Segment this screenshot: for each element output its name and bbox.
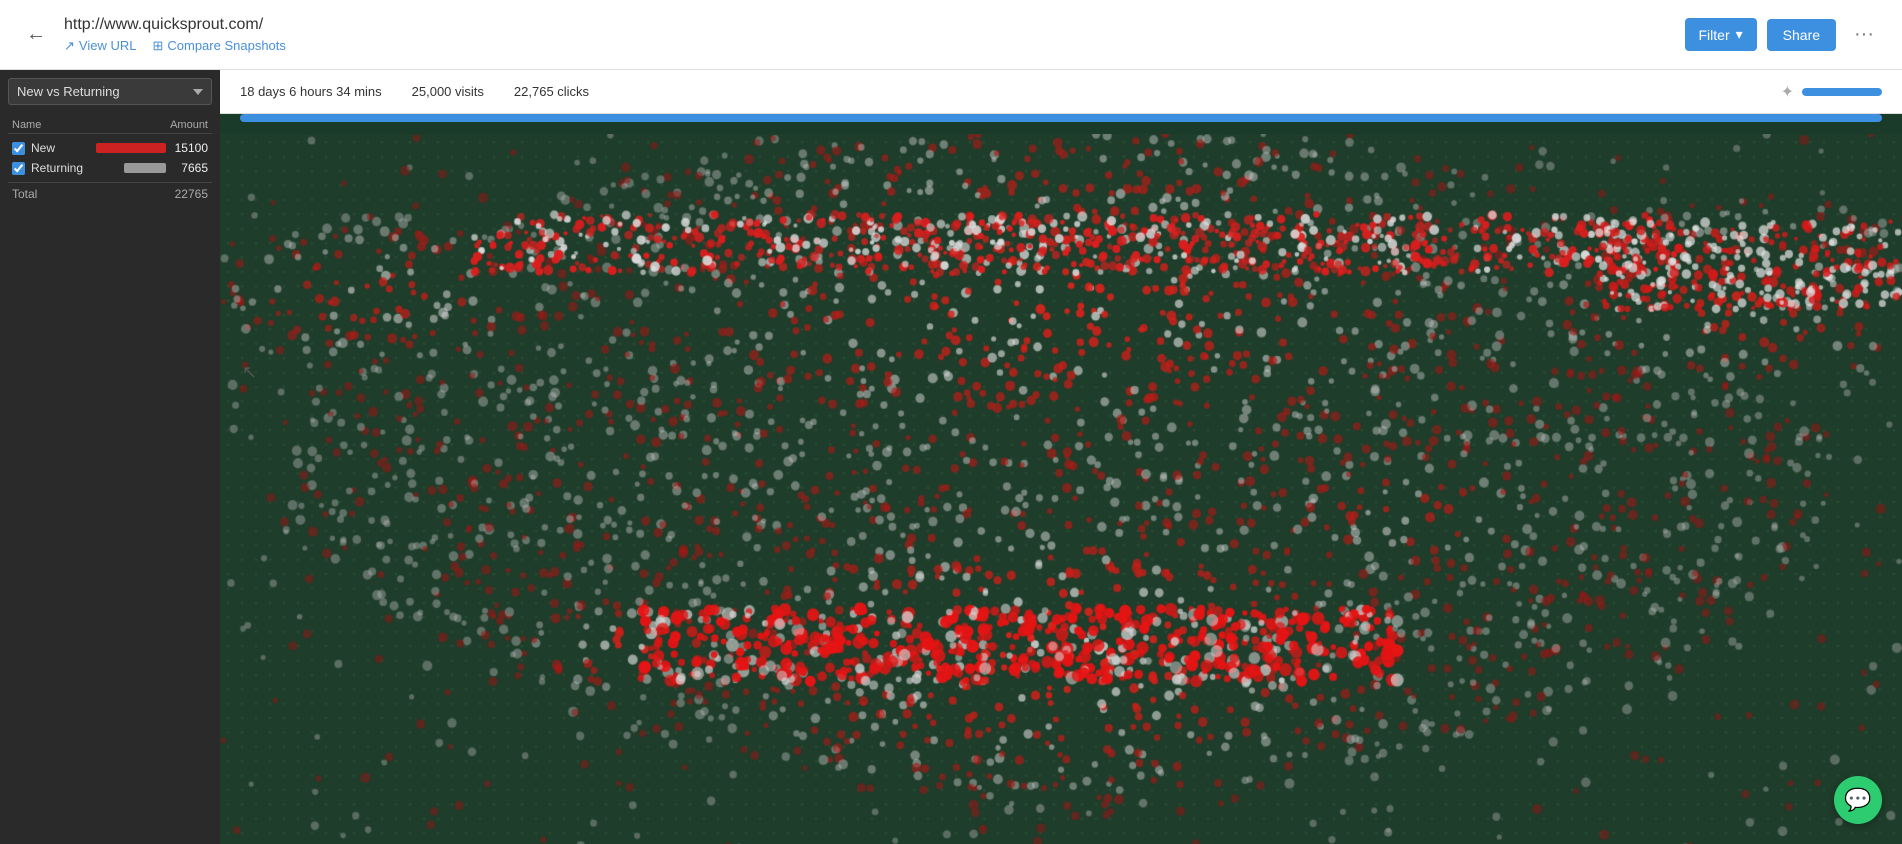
duration-stat: 18 days 6 hours 34 mins	[240, 84, 382, 99]
legend-row-returning: Returning 7665	[8, 158, 212, 178]
new-label: New	[31, 141, 90, 155]
legend-total-row: Total 22765	[8, 182, 212, 203]
more-button[interactable]: ···	[1846, 19, 1882, 50]
new-checkbox[interactable]	[12, 142, 25, 155]
scrollbar-thumb[interactable]	[240, 114, 1882, 122]
heatmap-area	[220, 114, 1902, 844]
chat-icon: 💬	[1844, 787, 1871, 813]
external-link-icon: ↗	[64, 38, 75, 54]
top-actions: Filter ▾ Share ···	[1685, 18, 1883, 51]
sidebar: New vs Returning Name Amount New 15100 R…	[0, 70, 220, 844]
legend-table: Name Amount New 15100 Returning 7665 Tot…	[8, 117, 212, 203]
returning-bar	[124, 163, 166, 173]
visits-stat: 25,000 visits	[412, 84, 484, 99]
segment-select[interactable]: New vs Returning	[8, 78, 212, 105]
url-text: http://www.quicksprout.com/	[64, 16, 1685, 34]
stats-bar: 18 days 6 hours 34 mins 25,000 visits 22…	[220, 70, 1902, 114]
returning-checkbox[interactable]	[12, 162, 25, 175]
new-amount: 15100	[172, 141, 208, 155]
url-section: http://www.quicksprout.com/ ↗ View URL ⊞…	[64, 16, 1685, 54]
chat-button[interactable]: 💬	[1834, 776, 1882, 824]
share-button[interactable]: Share	[1767, 19, 1836, 51]
legend-row-new: New 15100	[8, 138, 212, 158]
stats-info: 18 days 6 hours 34 mins 25,000 visits 22…	[240, 84, 589, 99]
returning-label: Returning	[31, 161, 118, 175]
legend-area: ✦	[1781, 82, 1882, 102]
view-url-link[interactable]: ↗ View URL	[64, 38, 136, 54]
back-button[interactable]: ←	[20, 19, 52, 51]
total-amount: 22765	[175, 187, 208, 201]
heatmap-dots-canvas	[220, 134, 1902, 844]
name-col-header: Name	[12, 119, 41, 131]
url-links: ↗ View URL ⊞ Compare Snapshots	[64, 38, 1685, 54]
filter-button[interactable]: Filter ▾	[1685, 18, 1757, 51]
legend-gradient-bar	[1802, 88, 1882, 96]
new-bar	[96, 143, 166, 153]
amount-col-header: Amount	[170, 119, 208, 131]
compare-icon: ⊞	[152, 38, 163, 54]
scrollbar-track[interactable]	[240, 114, 1882, 122]
returning-amount: 7665	[172, 161, 208, 175]
top-bar: ← http://www.quicksprout.com/ ↗ View URL…	[0, 0, 1902, 70]
total-label: Total	[12, 187, 37, 201]
legend-table-header: Name Amount	[8, 117, 212, 134]
clicks-stat: 22,765 clicks	[514, 84, 589, 99]
compare-snapshots-link[interactable]: ⊞ Compare Snapshots	[152, 38, 285, 54]
brightness-icon: ✦	[1781, 82, 1794, 102]
